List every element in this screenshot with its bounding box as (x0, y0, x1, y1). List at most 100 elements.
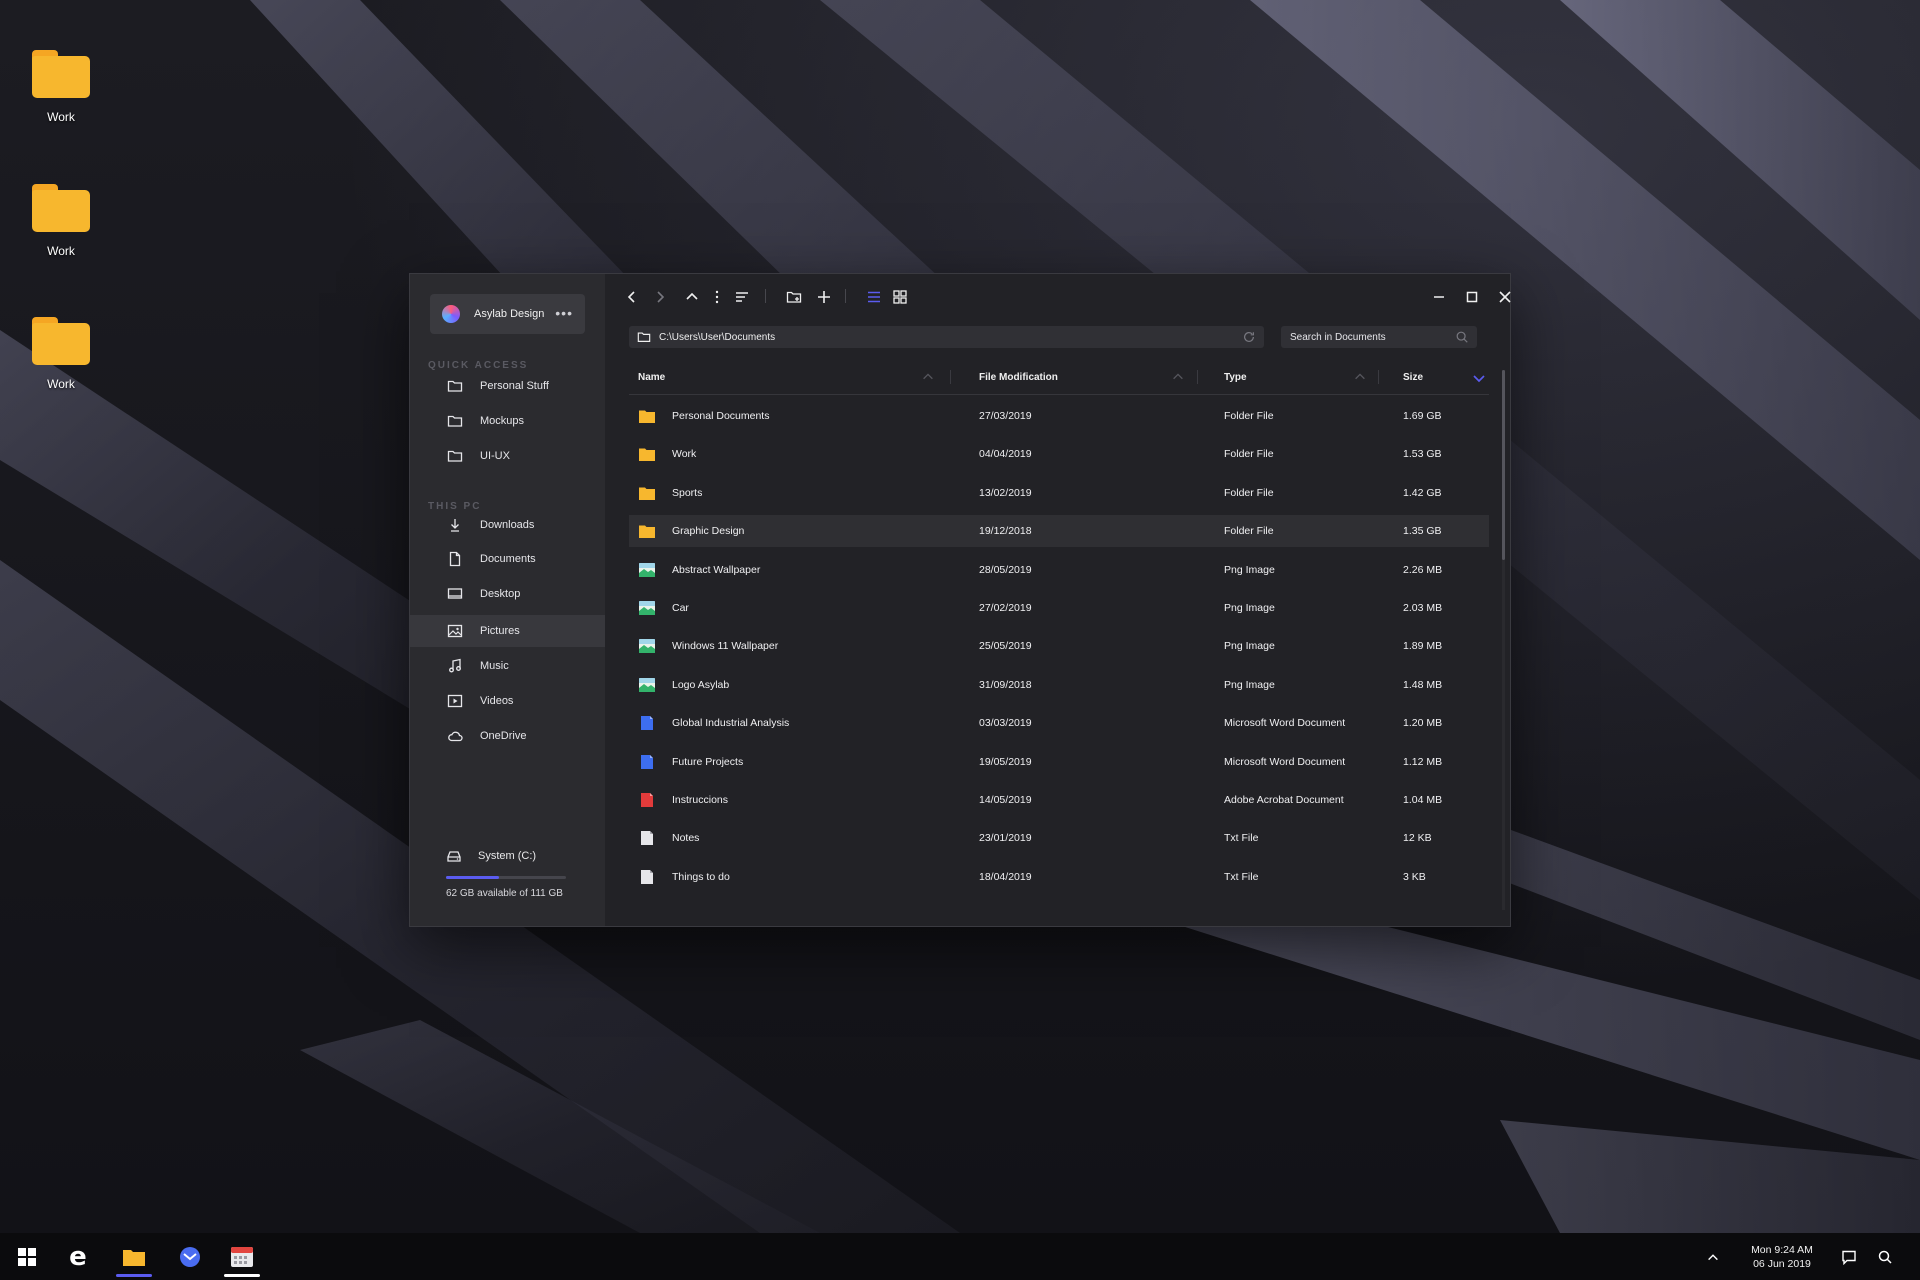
file-row[interactable]: Personal Documents 27/03/2019 Folder File 1… (629, 400, 1489, 432)
file-row[interactable]: Global Industrial Analysis 03/03/2019 Micr… (629, 707, 1489, 739)
search-icon[interactable] (1455, 330, 1469, 344)
more-horizontal-icon[interactable]: ••• (555, 305, 573, 321)
column-header-type[interactable]: Type (1224, 372, 1247, 383)
list-view-button[interactable] (863, 286, 885, 308)
more-options-button[interactable] (706, 286, 728, 308)
back-button[interactable] (621, 286, 643, 308)
file-row[interactable]: Sports 13/02/2019 Folder File 1.42 GB (629, 477, 1489, 509)
column-header-modified[interactable]: File Modification (979, 372, 1058, 383)
forward-button[interactable] (649, 286, 671, 308)
scrollbar[interactable] (1502, 370, 1505, 910)
chevron-up-icon[interactable] (1353, 370, 1367, 384)
desktop-folder-work[interactable]: Work (22, 50, 100, 124)
sidebar-item-pictures[interactable]: Pictures (410, 615, 605, 647)
file-row[interactable]: Car 27/02/2019 Png Image 2.03 MB (629, 592, 1489, 624)
new-folder-button[interactable] (783, 286, 805, 308)
file-row[interactable]: Abstract Wallpaper 28/05/2019 Png Image 2.2… (629, 554, 1489, 586)
file-size: 2.26 MB (1403, 563, 1443, 576)
file-row[interactable]: Work 04/04/2019 Folder File 1.53 GB (629, 438, 1489, 470)
search-placeholder: Search in Documents (1290, 331, 1386, 343)
file-explorer-window: Asylab Design ••• QUICK ACCESS Personal … (409, 273, 1511, 927)
file-type: Txt File (1224, 832, 1259, 845)
sidebar-item-label: Personal Stuff (480, 380, 549, 392)
drive-usage-fill (446, 876, 499, 879)
sidebar-item-ui-ux[interactable]: UI-UX (410, 440, 605, 472)
taskbar-search-button[interactable] (1865, 1233, 1905, 1280)
file-explorer-icon (123, 1249, 145, 1266)
chevron-down-icon[interactable] (1471, 370, 1487, 386)
toolbar-divider (845, 289, 846, 303)
file-row[interactable]: Windows 11 Wallpaper 25/05/2019 Png Image 1… (629, 630, 1489, 662)
notification-icon (1842, 1250, 1856, 1265)
file-size: 1.53 GB (1403, 448, 1442, 461)
file-row[interactable]: Instruccions 14/05/2019 Adobe Acrobat Docu… (629, 784, 1489, 816)
chevron-up-icon[interactable] (1171, 370, 1185, 384)
sidebar-item-label: Documents (480, 553, 536, 565)
column-header-name[interactable]: Name (638, 372, 665, 383)
sidebar-item-label: Mockups (480, 415, 525, 427)
account-switcher[interactable]: Asylab Design ••• (430, 294, 585, 334)
folder-icon (32, 184, 90, 232)
sidebar-item-music[interactable]: Music (410, 650, 605, 682)
taskbar-calendar[interactable] (215, 1233, 269, 1280)
file-name: Global Industrial Analysis (672, 717, 790, 730)
taskbar-edge[interactable]: e (51, 1233, 105, 1280)
video-icon (446, 692, 464, 710)
taskbar-clock[interactable]: Mon 9:24 AM 06 Jun 2019 (1730, 1243, 1834, 1271)
drive-system-c[interactable]: System (C:) (446, 848, 536, 864)
new-item-button[interactable] (813, 286, 835, 308)
file-row[interactable]: Future Projects 19/05/2019 Microsoft Word … (629, 746, 1489, 778)
folder-icon (32, 50, 90, 98)
start-icon (18, 1247, 36, 1266)
scrollbar-thumb[interactable] (1502, 370, 1505, 560)
file-row[interactable]: Graphic Design 19/12/2018 Folder File 1.35 … (629, 515, 1489, 548)
minimize-button[interactable] (1428, 286, 1450, 308)
file-type: Png Image (1224, 640, 1275, 653)
file-row[interactable]: Notes 23/01/2019 Txt File 12 KB (629, 822, 1489, 854)
calendar-icon (231, 1246, 253, 1267)
close-button[interactable] (1494, 286, 1516, 308)
action-center-button[interactable] (1829, 1233, 1869, 1280)
desktop-folder-work[interactable]: Work (22, 184, 100, 258)
file-name: Instruccions (672, 794, 729, 806)
file-date: 19/12/2018 (979, 525, 1032, 538)
taskbar-file-explorer[interactable] (107, 1233, 161, 1280)
edge-icon: e (69, 1241, 87, 1272)
file-type: Folder File (1224, 486, 1274, 499)
cloud-icon (446, 727, 464, 745)
chevron-up-icon[interactable] (921, 370, 935, 384)
sidebar-item-downloads[interactable]: Downloads (410, 509, 605, 541)
refresh-icon[interactable] (1242, 330, 1256, 344)
file-date: 19/05/2019 (979, 755, 1032, 768)
drive-label: System (C:) (478, 850, 537, 862)
search-input[interactable]: Search in Documents (1281, 326, 1477, 348)
sidebar-item-videos[interactable]: Videos (410, 685, 605, 717)
column-header-size[interactable]: Size (1403, 372, 1423, 383)
toolbar-divider (765, 289, 766, 303)
file-row[interactable]: Logo Asylab 31/09/2018 Png Image 1.48 MB (629, 669, 1489, 701)
drive-free-text: 62 GB available of 111 GB (446, 888, 563, 899)
music-icon (446, 657, 464, 675)
file-size: 1.04 MB (1403, 794, 1443, 806)
start-button[interactable] (0, 1233, 54, 1280)
file-type: Png Image (1224, 602, 1275, 614)
sidebar-item-desktop[interactable]: Desktop (410, 578, 605, 610)
sidebar-item-onedrive[interactable]: OneDrive (410, 720, 605, 752)
file-type: Folder File (1224, 525, 1274, 538)
sort-button[interactable] (731, 286, 753, 308)
taskbar-mail[interactable] (163, 1233, 217, 1280)
tray-overflow-button[interactable] (1693, 1233, 1733, 1280)
file-row[interactable]: Things to do 18/04/2019 Txt File 3 KB (629, 861, 1489, 893)
sidebar-item-personal-stuff[interactable]: Personal Stuff (410, 370, 605, 402)
sidebar-item-mockups[interactable]: Mockups (410, 405, 605, 437)
address-bar[interactable]: C:\Users\User\Documents (629, 326, 1264, 348)
grid-view-button[interactable] (889, 286, 911, 308)
file-size: 1.12 MB (1403, 755, 1443, 768)
maximize-button[interactable] (1461, 286, 1483, 308)
desktop-folder-work[interactable]: Work (22, 317, 100, 391)
up-button[interactable] (681, 286, 703, 308)
file-size: 1.48 MB (1403, 678, 1443, 691)
file-name: Notes (672, 832, 700, 845)
sidebar-item-documents[interactable]: Documents (410, 543, 605, 575)
drive-usage-bar (446, 876, 566, 879)
